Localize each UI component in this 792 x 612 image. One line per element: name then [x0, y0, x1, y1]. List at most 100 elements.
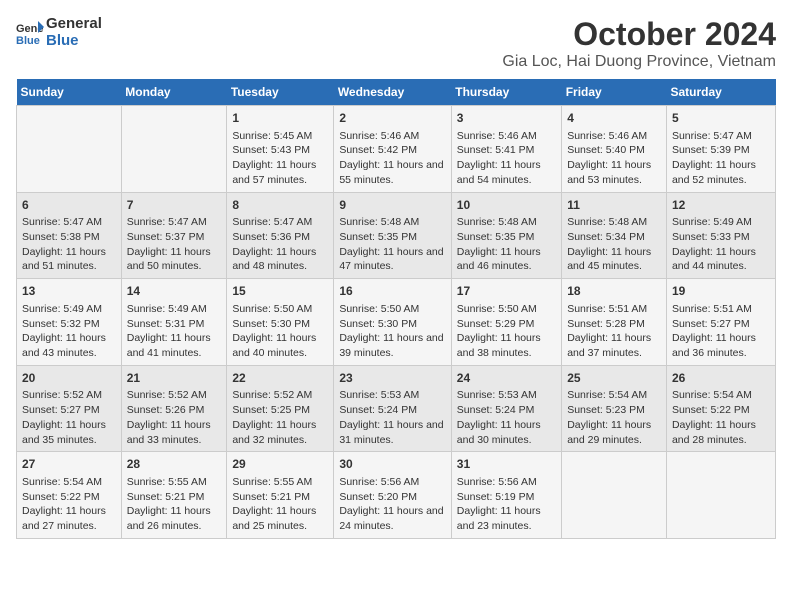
logo: General Blue General Blue [16, 16, 102, 49]
calendar-cell [562, 452, 667, 539]
day-number: 15 [232, 283, 328, 300]
day-number: 23 [339, 370, 445, 387]
day-number: 30 [339, 456, 445, 473]
calendar-cell: 1 Sunrise: 5:45 AMSunset: 5:43 PMDaylight… [227, 106, 334, 193]
header-cell-tuesday: Tuesday [227, 79, 334, 106]
day-content: Sunrise: 5:47 AMSunset: 5:38 PMDaylight:… [22, 215, 116, 274]
day-content: Sunrise: 5:47 AMSunset: 5:37 PMDaylight:… [127, 215, 222, 274]
day-content: Sunrise: 5:46 AMSunset: 5:40 PMDaylight:… [567, 129, 661, 188]
day-number: 18 [567, 283, 661, 300]
calendar-week-5: 27 Sunrise: 5:54 AMSunset: 5:22 PMDayligh… [17, 452, 776, 539]
day-number: 9 [339, 197, 445, 214]
calendar-cell: 5Sunrise: 5:47 AMSunset: 5:39 PMDaylight… [666, 106, 775, 193]
page-subtitle: Gia Loc, Hai Duong Province, Vietnam [502, 53, 776, 71]
calendar-header: SundayMondayTuesdayWednesdayThursdayFrid… [17, 79, 776, 106]
day-content: Sunrise: 5:50 AMSunset: 5:29 PMDaylight:… [457, 302, 556, 361]
day-number: 26 [672, 370, 770, 387]
calendar-table: SundayMondayTuesdayWednesdayThursdayFrid… [16, 79, 776, 539]
day-number: 3 [457, 110, 556, 127]
calendar-cell [17, 106, 122, 193]
day-number: 27 [22, 456, 116, 473]
day-content: Sunrise: 5:48 AMSunset: 5:34 PMDaylight:… [567, 215, 661, 274]
page-header: General Blue General Blue October 2024 G… [16, 16, 776, 71]
day-content: Sunrise: 5:47 AMSunset: 5:39 PMDaylight:… [672, 129, 770, 188]
day-content: Sunrise: 5:48 AMSunset: 5:35 PMDaylight:… [457, 215, 556, 274]
calendar-cell: 19Sunrise: 5:51 AMSunset: 5:27 PMDayligh… [666, 279, 775, 366]
calendar-cell: 20Sunrise: 5:52 AMSunset: 5:27 PMDayligh… [17, 365, 122, 452]
calendar-week-2: 6Sunrise: 5:47 AMSunset: 5:38 PMDaylight… [17, 192, 776, 279]
day-content: Sunrise: 5:46 AMSunset: 5:42 PMDaylight:… [339, 129, 445, 188]
calendar-cell: 28 Sunrise: 5:55 AMSunset: 5:21 PMDayligh… [121, 452, 227, 539]
calendar-cell: 7Sunrise: 5:47 AMSunset: 5:37 PMDaylight… [121, 192, 227, 279]
calendar-cell: 11Sunrise: 5:48 AMSunset: 5:34 PMDayligh… [562, 192, 667, 279]
header-cell-thursday: Thursday [451, 79, 561, 106]
calendar-cell: 8Sunrise: 5:47 AMSunset: 5:36 PMDaylight… [227, 192, 334, 279]
day-content: Sunrise: 5:53 AMSunset: 5:24 PMDaylight:… [339, 388, 445, 447]
day-number: 14 [127, 283, 222, 300]
calendar-cell: 4 Sunrise: 5:46 AMSunset: 5:40 PMDaylight… [562, 106, 667, 193]
day-number: 6 [22, 197, 116, 214]
logo-line2: Blue [46, 33, 102, 50]
day-content: Sunrise: 5:54 AMSunset: 5:23 PMDaylight:… [567, 388, 661, 447]
day-number: 24 [457, 370, 556, 387]
calendar-cell: 2Sunrise: 5:46 AMSunset: 5:42 PMDaylight… [334, 106, 451, 193]
calendar-cell: 22Sunrise: 5:52 AMSunset: 5:25 PMDayligh… [227, 365, 334, 452]
day-content: Sunrise: 5:55 AMSunset: 5:21 PMDaylight:… [232, 475, 328, 534]
day-content: Sunrise: 5:55 AMSunset: 5:21 PMDaylight:… [127, 475, 222, 534]
calendar-cell: 21Sunrise: 5:52 AMSunset: 5:26 PMDayligh… [121, 365, 227, 452]
day-number: 10 [457, 197, 556, 214]
day-number: 13 [22, 283, 116, 300]
header-cell-monday: Monday [121, 79, 227, 106]
day-content: Sunrise: 5:48 AMSunset: 5:35 PMDaylight:… [339, 215, 445, 274]
calendar-cell: 23Sunrise: 5:53 AMSunset: 5:24 PMDayligh… [334, 365, 451, 452]
page-title: October 2024 [502, 16, 776, 53]
day-content: Sunrise: 5:56 AMSunset: 5:19 PMDaylight:… [457, 475, 556, 534]
logo-line1: General [46, 16, 102, 33]
title-block: October 2024 Gia Loc, Hai Duong Province… [502, 16, 776, 71]
day-number: 19 [672, 283, 770, 300]
day-number: 28 [127, 456, 222, 473]
day-number: 12 [672, 197, 770, 214]
calendar-cell: 3Sunrise: 5:46 AMSunset: 5:41 PMDaylight… [451, 106, 561, 193]
day-content: Sunrise: 5:49 AMSunset: 5:31 PMDaylight:… [127, 302, 222, 361]
day-content: Sunrise: 5:50 AMSunset: 5:30 PMDaylight:… [232, 302, 328, 361]
calendar-week-3: 13Sunrise: 5:49 AMSunset: 5:32 PMDayligh… [17, 279, 776, 366]
day-number: 8 [232, 197, 328, 214]
day-number: 11 [567, 197, 661, 214]
day-number: 21 [127, 370, 222, 387]
header-cell-saturday: Saturday [666, 79, 775, 106]
day-number: 16 [339, 283, 445, 300]
calendar-cell: 25Sunrise: 5:54 AMSunset: 5:23 PMDayligh… [562, 365, 667, 452]
day-content: Sunrise: 5:52 AMSunset: 5:27 PMDaylight:… [22, 388, 116, 447]
header-cell-friday: Friday [562, 79, 667, 106]
day-number: 31 [457, 456, 556, 473]
logo-icon: General Blue [16, 19, 44, 47]
day-content: Sunrise: 5:45 AMSunset: 5:43 PMDaylight:… [232, 129, 328, 188]
day-content: Sunrise: 5:52 AMSunset: 5:26 PMDaylight:… [127, 388, 222, 447]
svg-text:Blue: Blue [16, 35, 40, 47]
day-content: Sunrise: 5:54 AMSunset: 5:22 PMDaylight:… [22, 475, 116, 534]
calendar-cell: 31 Sunrise: 5:56 AMSunset: 5:19 PMDayligh… [451, 452, 561, 539]
header-cell-sunday: Sunday [17, 79, 122, 106]
day-number: 20 [22, 370, 116, 387]
calendar-cell: 15 Sunrise: 5:50 AMSunset: 5:30 PMDayligh… [227, 279, 334, 366]
calendar-cell: 29Sunrise: 5:55 AMSunset: 5:21 PMDayligh… [227, 452, 334, 539]
calendar-week-1: 1 Sunrise: 5:45 AMSunset: 5:43 PMDaylight… [17, 106, 776, 193]
header-cell-wednesday: Wednesday [334, 79, 451, 106]
calendar-cell: 26Sunrise: 5:54 AMSunset: 5:22 PMDayligh… [666, 365, 775, 452]
day-content: Sunrise: 5:50 AMSunset: 5:30 PMDaylight:… [339, 302, 445, 361]
calendar-body: 1 Sunrise: 5:45 AMSunset: 5:43 PMDaylight… [17, 106, 776, 539]
day-number: 1 [232, 110, 328, 127]
calendar-cell: 12Sunrise: 5:49 AMSunset: 5:33 PMDayligh… [666, 192, 775, 279]
calendar-cell: 27 Sunrise: 5:54 AMSunset: 5:22 PMDayligh… [17, 452, 122, 539]
calendar-cell: 9Sunrise: 5:48 AMSunset: 5:35 PMDaylight… [334, 192, 451, 279]
day-number: 4 [567, 110, 661, 127]
day-content: Sunrise: 5:56 AMSunset: 5:20 PMDaylight:… [339, 475, 445, 534]
calendar-cell: 17 Sunrise: 5:50 AMSunset: 5:29 PMDayligh… [451, 279, 561, 366]
calendar-cell: 18 Sunrise: 5:51 AMSunset: 5:28 PMDayligh… [562, 279, 667, 366]
day-number: 17 [457, 283, 556, 300]
day-content: Sunrise: 5:51 AMSunset: 5:28 PMDaylight:… [567, 302, 661, 361]
day-content: Sunrise: 5:49 AMSunset: 5:33 PMDaylight:… [672, 215, 770, 274]
day-number: 25 [567, 370, 661, 387]
calendar-cell [121, 106, 227, 193]
